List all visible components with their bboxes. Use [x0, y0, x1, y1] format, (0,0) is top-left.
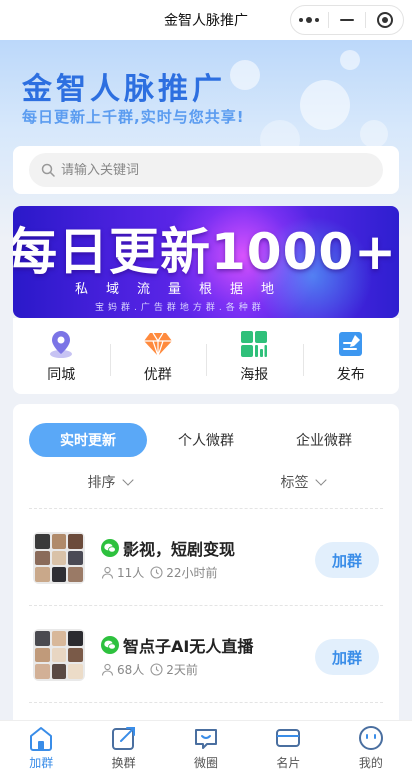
member-count: 11人 — [117, 566, 145, 580]
group-feed: 实时更新 个人微群 企业微群 排序 标签 影视，短剧变现 11人 22小时前 加… — [13, 404, 399, 734]
bottom-tab-bar: 加群 换群 微圈 名片 我的 — [0, 720, 412, 774]
mini-program-capsule — [290, 5, 404, 35]
chevron-down-icon — [314, 474, 327, 486]
close-mini-program-button[interactable] — [366, 6, 403, 34]
update-time: 2天前 — [166, 663, 198, 677]
quick-action-label: 同城 — [47, 367, 76, 383]
group-meta: 68人 2天前 — [101, 661, 198, 678]
member-count: 68人 — [117, 663, 145, 677]
home-icon — [30, 727, 53, 751]
hero-subtitle: 每日更新上千群,实时与您共享! — [22, 108, 245, 126]
group-name: 智点子AI无人直播 — [123, 637, 254, 656]
search-card — [13, 146, 399, 194]
quick-action-publish[interactable]: 发布 — [302, 318, 400, 394]
more-menu-button[interactable] — [291, 6, 328, 34]
group-title-row: 智点子AI无人直播 — [101, 633, 253, 657]
nav-bar: 金智人脉推广 — [0, 0, 412, 40]
wechat-icon — [101, 636, 119, 654]
chevron-down-icon — [121, 474, 134, 486]
exchange-icon — [111, 727, 135, 750]
quick-actions: 同城 优群 海报 发布 — [13, 318, 399, 394]
sort-dropdown[interactable]: 排序 — [13, 468, 206, 496]
tab-profile[interactable]: 我的 — [330, 721, 412, 774]
decor-bubble — [300, 80, 350, 130]
tab-realtime[interactable]: 实时更新 — [29, 423, 147, 457]
tab-exchange-group[interactable]: 换群 — [82, 721, 164, 774]
wechat-icon — [101, 539, 119, 557]
filter-bar: 排序 标签 — [13, 468, 399, 496]
minus-icon — [340, 19, 354, 21]
target-circle-icon — [376, 12, 393, 28]
promo-banner[interactable]: 每日更新1000+ 私域流量根据地 宝妈群.广告群地方群.各种群 — [13, 206, 399, 318]
chat-bubble-icon — [195, 729, 218, 749]
tab-join-group[interactable]: 加群 — [0, 721, 82, 774]
group-meta: 11人 22小时前 — [101, 564, 218, 581]
group-avatar — [33, 629, 85, 681]
minimize-button[interactable] — [329, 6, 366, 34]
feed-tabs: 实时更新 个人微群 企业微群 — [29, 422, 383, 458]
divider — [29, 702, 383, 703]
search-bar[interactable] — [29, 153, 383, 187]
location-pin-icon — [50, 331, 73, 358]
sort-label: 排序 — [87, 475, 116, 491]
diamond-icon — [143, 332, 172, 358]
group-name: 影视，短剧变现 — [123, 540, 236, 559]
tag-dropdown[interactable]: 标签 — [206, 468, 399, 496]
tab-business-card[interactable]: 名片 — [247, 721, 329, 774]
clock-icon — [150, 566, 163, 579]
banner-subline: 私域流量根据地 — [75, 282, 293, 297]
tab-label: 换群 — [111, 756, 136, 770]
tab-personal-groups[interactable]: 个人微群 — [147, 423, 265, 457]
decor-bubble — [360, 120, 388, 148]
person-icon — [101, 663, 114, 676]
join-group-button[interactable]: 加群 — [315, 542, 379, 578]
decor-bubble — [230, 60, 260, 90]
edit-note-icon — [338, 332, 362, 356]
banner-tagline: 宝妈群.广告群地方群.各种群 — [95, 303, 265, 313]
quick-action-poster[interactable]: 海报 — [206, 318, 303, 394]
card-icon — [276, 729, 301, 747]
update-time: 22小时前 — [166, 566, 218, 580]
search-input[interactable] — [61, 162, 351, 178]
tab-label: 名片 — [276, 756, 301, 770]
decor-bubble — [340, 50, 360, 70]
person-icon — [101, 566, 114, 579]
join-group-button[interactable]: 加群 — [315, 639, 379, 675]
group-title-row: 影视，短剧变现 — [101, 536, 235, 560]
tab-label: 微圈 — [194, 756, 219, 770]
profile-face-icon — [358, 726, 383, 750]
search-icon — [41, 163, 55, 177]
tag-label: 标签 — [280, 475, 309, 491]
quick-action-label: 优群 — [143, 367, 172, 383]
tab-moments[interactable]: 微圈 — [165, 721, 247, 774]
quick-action-premium[interactable]: 优群 — [109, 318, 207, 394]
page-title: 金智人脉推广 — [164, 13, 248, 29]
hero-title: 金智人脉推广 — [22, 72, 226, 107]
tab-label: 加群 — [29, 756, 54, 770]
more-dots-icon — [299, 17, 320, 23]
quick-action-label: 发布 — [336, 367, 365, 383]
list-item[interactable]: 智点子AI无人直播 68人 2天前 加群 — [13, 605, 399, 701]
tab-label: 我的 — [358, 756, 383, 770]
clock-icon — [150, 663, 163, 676]
tab-enterprise-groups[interactable]: 企业微群 — [265, 423, 383, 457]
quick-action-label: 海报 — [240, 367, 269, 383]
group-avatar — [33, 532, 85, 584]
list-item[interactable]: 影视，短剧变现 11人 22小时前 加群 — [13, 508, 399, 604]
quick-action-nearby[interactable]: 同城 — [13, 318, 110, 394]
banner-headline: 每日更新1000+ — [13, 223, 398, 281]
poster-grid-icon — [241, 331, 268, 357]
